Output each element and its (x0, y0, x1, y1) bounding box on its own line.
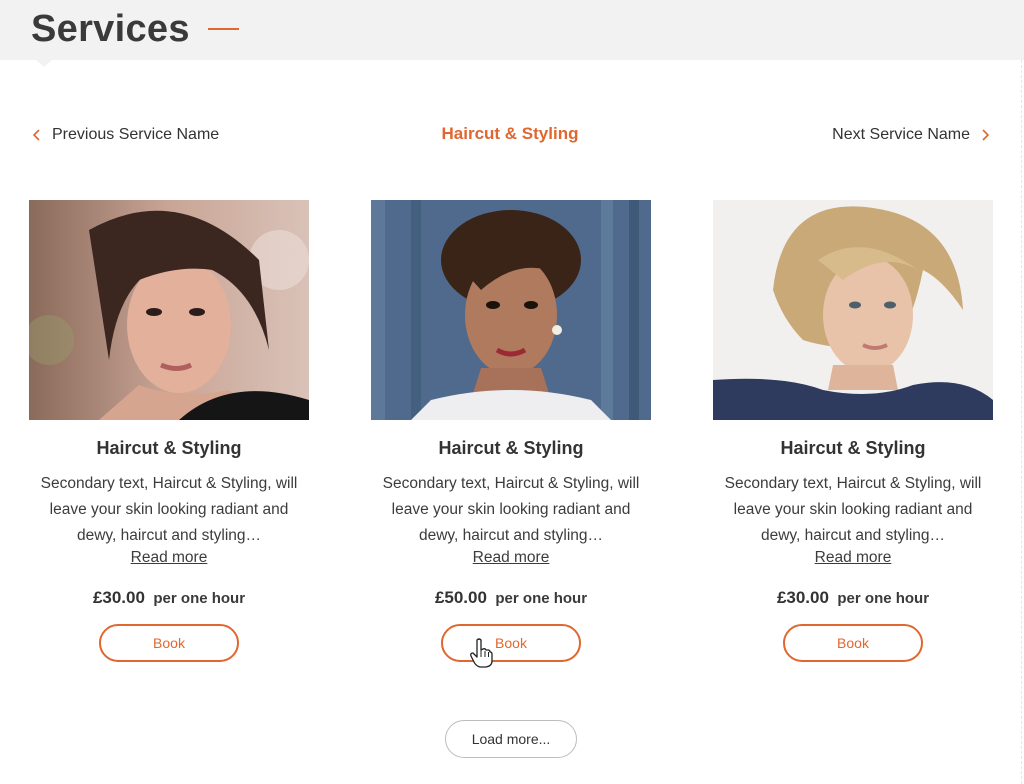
previous-service-label: Previous Service Name (52, 126, 220, 143)
page-title: Services (31, 8, 190, 50)
chevron-right-icon (982, 129, 990, 141)
price-unit: per one hour (495, 590, 588, 607)
current-service-name: Haircut & Styling (441, 124, 579, 143)
service-card-description: Secondary text, Haircut & Styling, will … (382, 475, 640, 544)
service-photo (29, 200, 309, 420)
book-button[interactable]: Book (99, 624, 239, 662)
service-card-title: Haircut & Styling (438, 438, 584, 458)
service-card: Haircut & Styling Secondary text, Haircu… (371, 200, 651, 662)
book-button[interactable]: Book (441, 624, 581, 662)
read-more-link[interactable]: Read more (473, 549, 550, 567)
price-row: £30.00 per one hour (29, 587, 309, 609)
page-header: Services (0, 0, 1024, 60)
book-button[interactable]: Book (783, 624, 923, 662)
chevron-left-icon (32, 129, 40, 141)
previous-service-link[interactable]: Previous Service Name (30, 124, 219, 146)
price-unit: per one hour (153, 590, 246, 607)
title-accent-dash (208, 28, 239, 30)
header-notch (36, 60, 52, 67)
service-card-title: Haircut & Styling (96, 438, 242, 458)
service-photo (713, 200, 993, 420)
service-price: £50.00 (434, 588, 487, 607)
load-more-button[interactable]: Load more... (445, 720, 577, 758)
price-row: £30.00 per one hour (713, 587, 993, 609)
service-price: £30.00 (92, 588, 145, 607)
service-photo (371, 200, 651, 420)
service-card-description: Secondary text, Haircut & Styling, will … (40, 475, 298, 544)
service-card: Haircut & Styling Secondary text, Haircu… (29, 200, 309, 662)
page-edge-divider (1021, 60, 1022, 784)
read-more-link[interactable]: Read more (131, 549, 208, 567)
next-service-link[interactable]: Next Service Name (832, 124, 992, 146)
service-price: £30.00 (776, 588, 829, 607)
service-card: Haircut & Styling Secondary text, Haircu… (713, 200, 993, 662)
read-more-link[interactable]: Read more (815, 549, 892, 567)
price-unit: per one hour (837, 590, 930, 607)
price-row: £50.00 per one hour (371, 587, 651, 609)
service-card-title: Haircut & Styling (780, 438, 926, 458)
next-service-label: Next Service Name (832, 126, 970, 143)
service-card-description: Secondary text, Haircut & Styling, will … (724, 475, 982, 544)
